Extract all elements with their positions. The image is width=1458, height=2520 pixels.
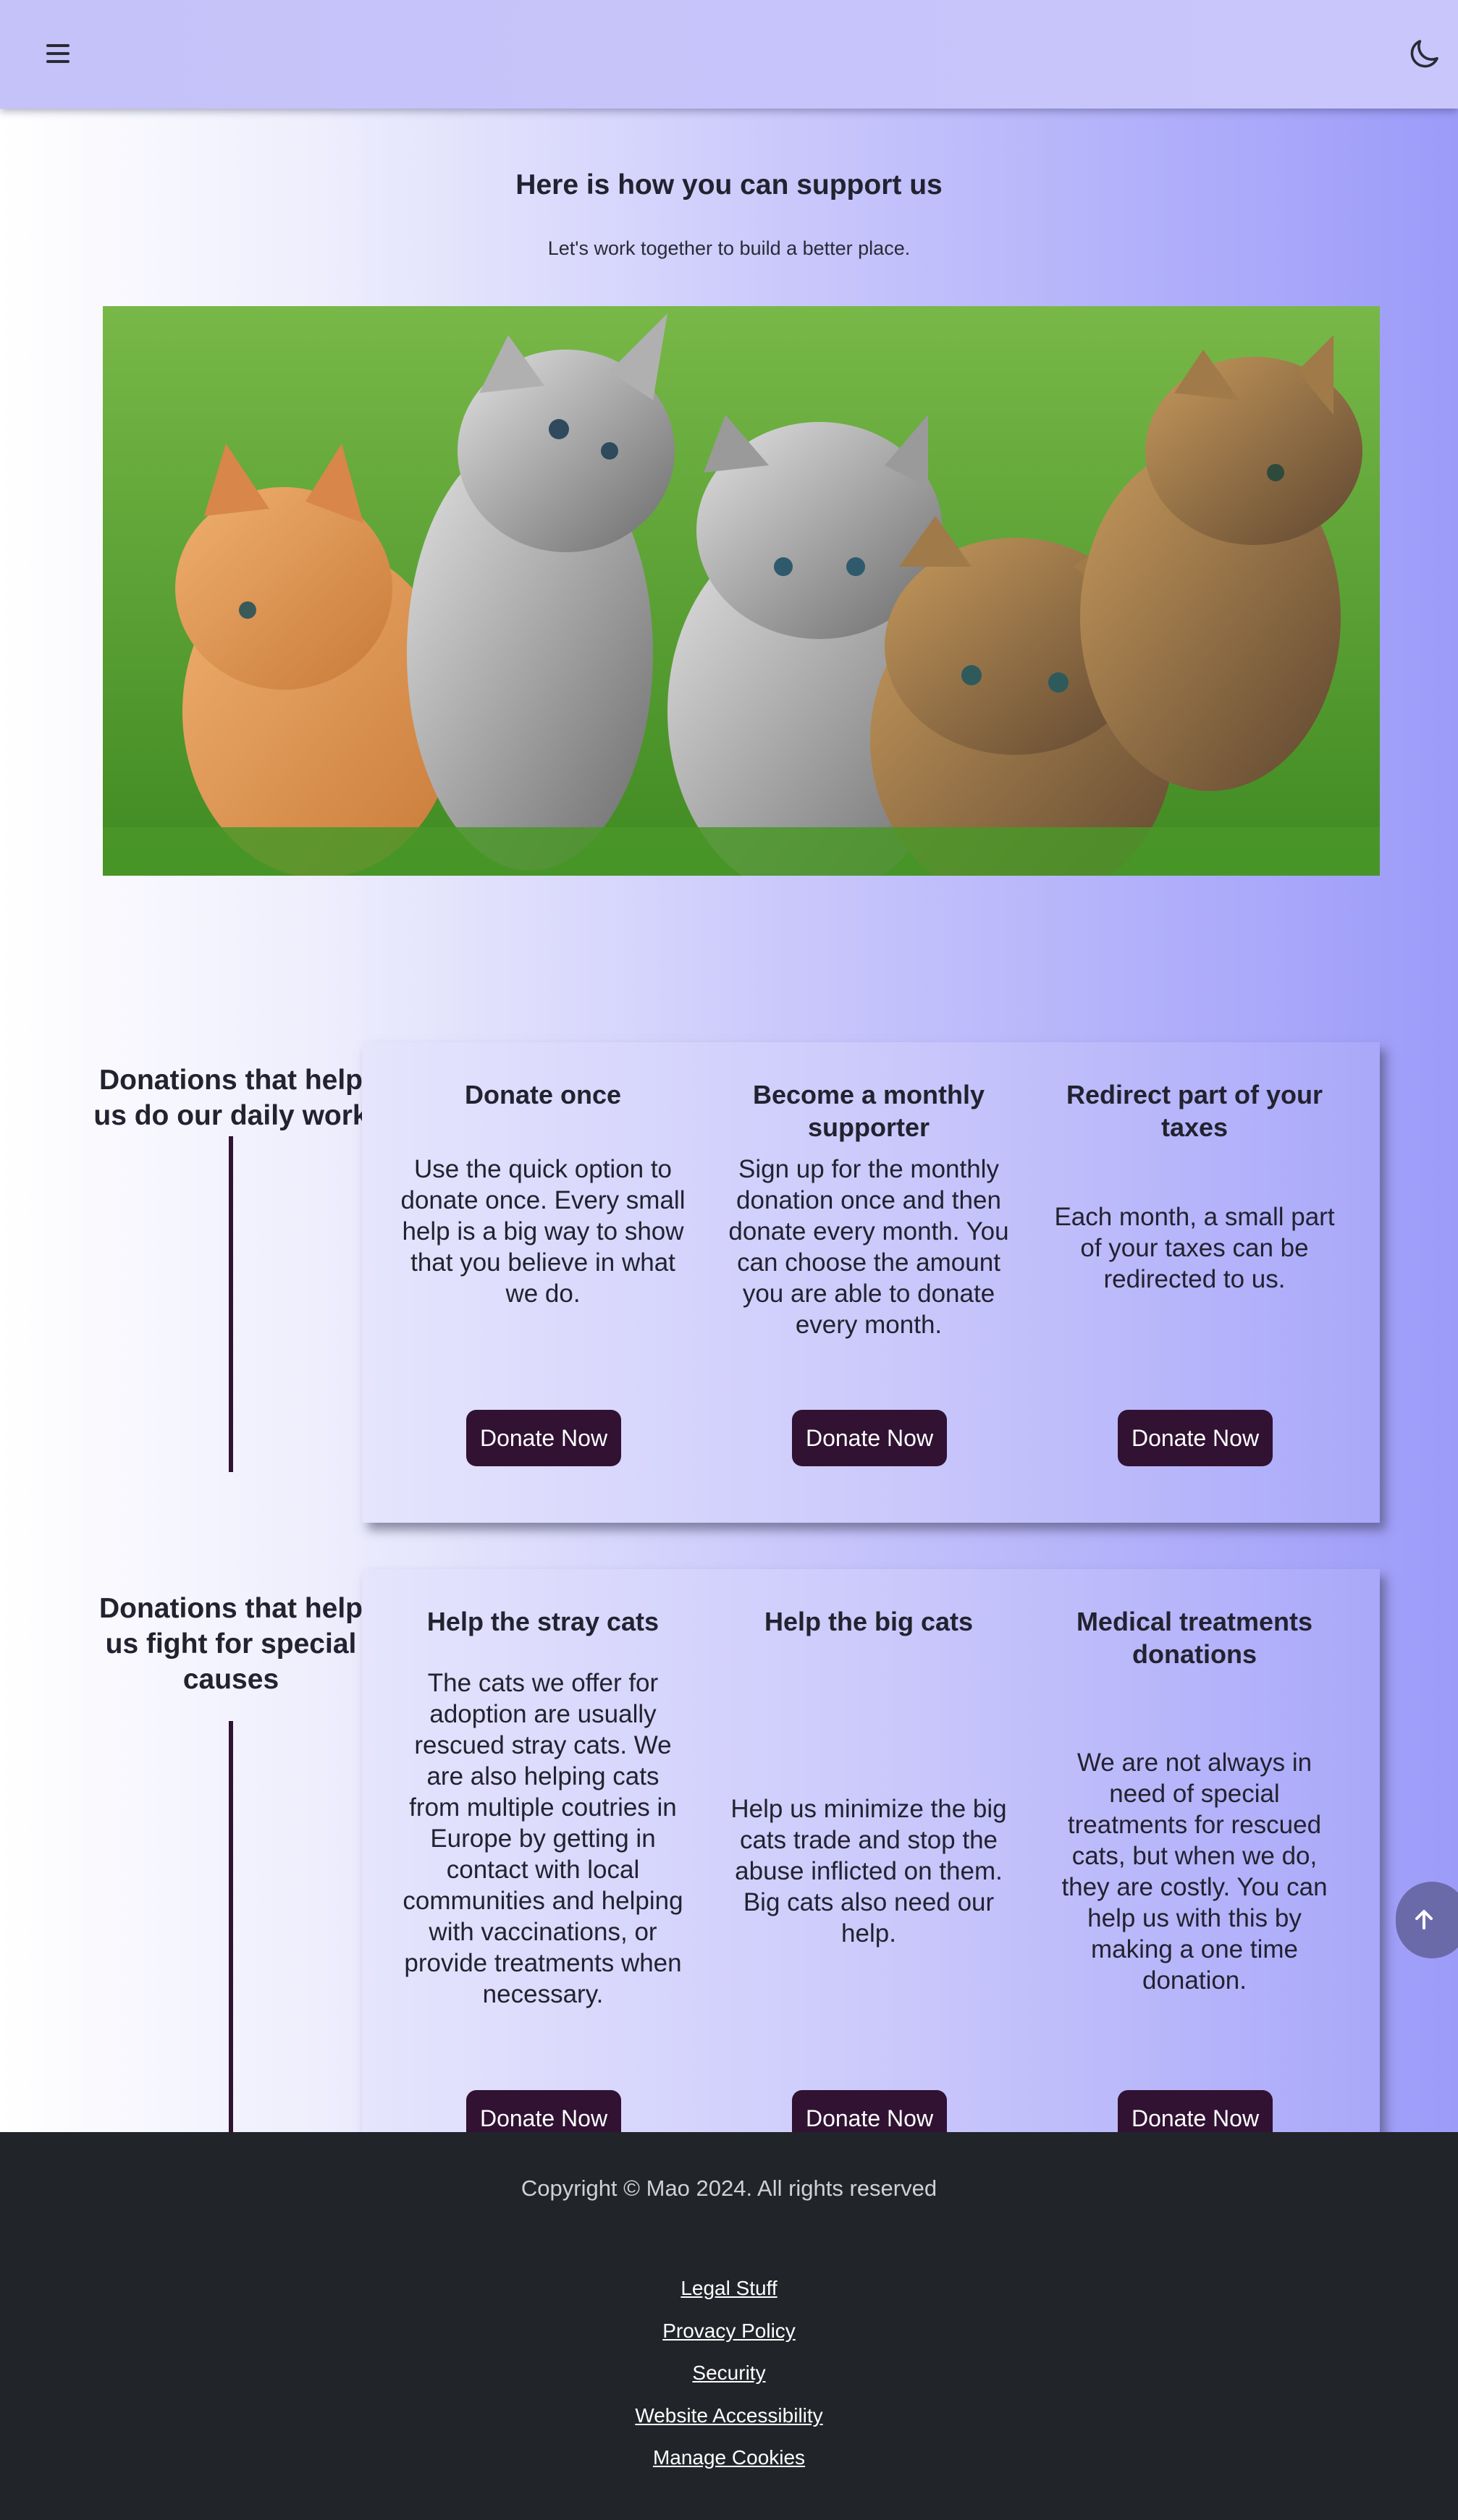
top-navbar <box>0 0 1458 109</box>
option-description: The cats we offer for adoption are usual… <box>403 1669 683 2008</box>
main-content: Here is how you can support us Let's wor… <box>0 109 1458 2177</box>
page-subtitle: Let's work together to build a better pl… <box>547 237 911 259</box>
option-title: Become a monthly supporter <box>752 1080 985 1142</box>
copyright-text: Copyright © Mao 2024. All rights reserve… <box>521 2176 937 2201</box>
daily-section-title: Donations that help us do our daily work <box>93 1065 368 1131</box>
special-donations-section: Donations that help us fight for special… <box>0 1439 1458 2177</box>
option-description: Sign up for the monthly donation once an… <box>728 1155 1009 1339</box>
footer-link-accessibility[interactable]: Website Accessibility <box>0 2404 1458 2427</box>
footer-link-legal[interactable]: Legal Stuff <box>0 2277 1458 2300</box>
back-to-top-button[interactable] <box>1396 1882 1458 1958</box>
option-description: We are not always in need of special tre… <box>1061 1749 1328 1995</box>
option-description: Each month, a small part of your taxes c… <box>1054 1203 1335 1293</box>
moon-icon[interactable] <box>1404 35 1444 74</box>
option-title: Donate once <box>464 1080 622 1109</box>
special-section-title: Donations that help us fight for special… <box>99 1593 363 1695</box>
section-divider <box>229 1136 233 1472</box>
option-description: Help us minimize the big cats trade and … <box>730 1795 1007 1948</box>
footer-link-privacy[interactable]: Provacy Policy <box>0 2320 1458 2343</box>
footer-link-security[interactable]: Security <box>0 2362 1458 2385</box>
option-title: Help the big cats <box>764 1607 974 1636</box>
option-title: Redirect part of your taxes <box>1066 1080 1323 1142</box>
kittens-image <box>103 306 1380 876</box>
option-title: Medical treatments donations <box>1076 1607 1313 1669</box>
arrow-up-icon <box>1415 1910 1433 1929</box>
option-title: Help the stray cats <box>426 1607 660 1636</box>
section-divider <box>229 1721 233 2167</box>
page-title: Here is how you can support us <box>515 169 943 200</box>
special-donation-card: Help the stray cats The cats we offer fo… <box>362 1569 1380 2177</box>
footer-link-cookies[interactable]: Manage Cookies <box>0 2446 1458 2469</box>
site-footer: Copyright © Mao 2024. All rights reserve… <box>0 2132 1458 2520</box>
hamburger-menu-icon[interactable] <box>38 36 78 71</box>
daily-donations-section: Donations that help us do our daily work… <box>0 912 1458 1523</box>
option-description: Use the quick option to donate once. Eve… <box>400 1155 686 1308</box>
